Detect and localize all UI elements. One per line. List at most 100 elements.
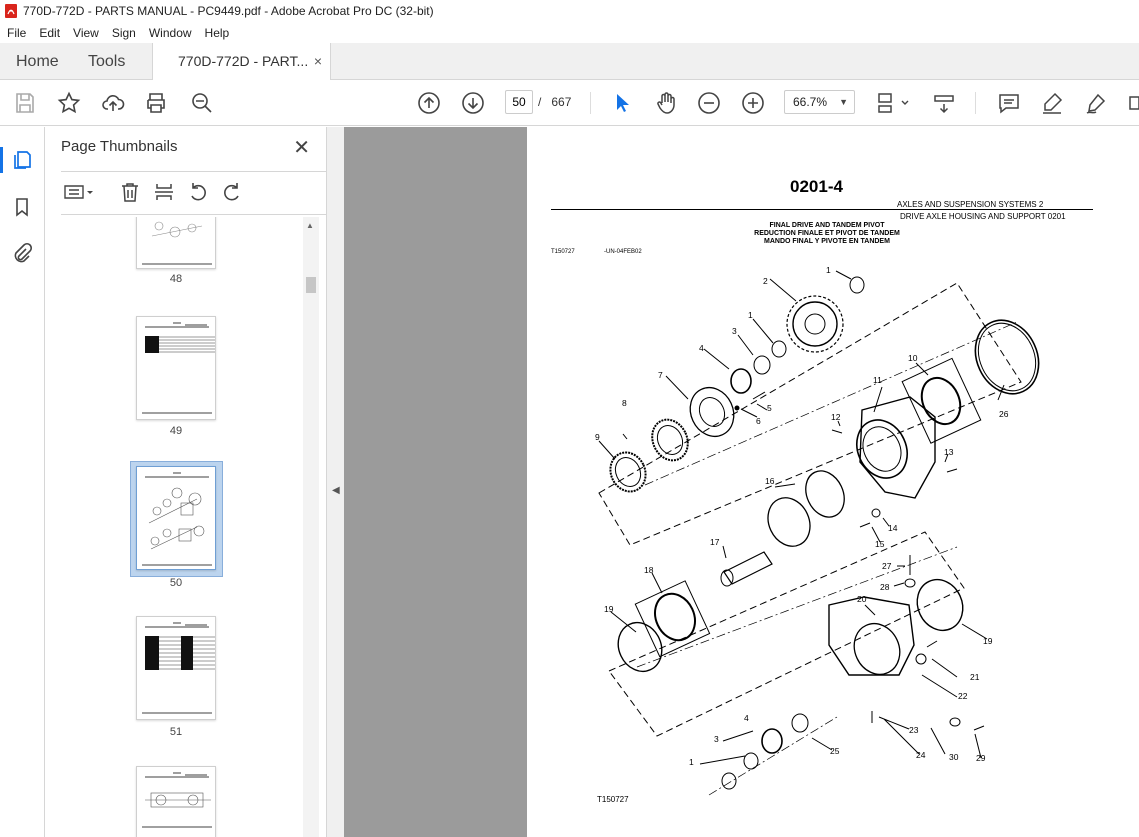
next-page-icon[interactable] bbox=[461, 91, 485, 115]
callout-label: 28 bbox=[880, 582, 890, 592]
panel-splitter[interactable]: ◀ bbox=[326, 127, 344, 837]
menu-bar: File Edit View Sign Window Help bbox=[0, 22, 1139, 43]
zoom-out-icon[interactable] bbox=[697, 91, 721, 115]
callout-label: 14 bbox=[888, 523, 898, 533]
panel-title: Page Thumbnails bbox=[61, 138, 178, 155]
more-tools-icon[interactable] bbox=[1124, 91, 1139, 115]
callout-label: 6 bbox=[756, 416, 761, 426]
thumbnail-page[interactable] bbox=[136, 766, 216, 837]
rotate-counterclockwise-icon[interactable] bbox=[187, 181, 209, 203]
scroll-mode-icon[interactable] bbox=[932, 91, 956, 115]
toolbar-divider bbox=[975, 92, 976, 114]
thumbnail-page[interactable] bbox=[136, 316, 216, 420]
page-count: / 667 bbox=[538, 95, 571, 109]
rotate-clockwise-icon[interactable] bbox=[221, 181, 243, 203]
callout-label: 1 bbox=[826, 265, 831, 275]
callout-label: 1 bbox=[748, 310, 753, 320]
print-icon[interactable] bbox=[144, 91, 168, 115]
extract-pages-icon[interactable] bbox=[153, 181, 175, 203]
figure-reference: T150727 bbox=[597, 795, 629, 804]
page-number-input[interactable] bbox=[505, 90, 533, 114]
scrollbar-thumb[interactable] bbox=[306, 277, 316, 293]
zoom-level-value: 66.7% bbox=[793, 95, 828, 109]
upload-cloud-icon[interactable] bbox=[101, 91, 125, 115]
callout-label: 27 bbox=[882, 561, 892, 571]
toolbar-divider bbox=[590, 92, 591, 114]
menu-edit[interactable]: Edit bbox=[32, 26, 66, 40]
callout-label: 20 bbox=[857, 594, 867, 604]
thumbnail-preview bbox=[142, 472, 212, 566]
callout-label: 10 bbox=[908, 353, 918, 363]
thumbnail-page[interactable] bbox=[136, 616, 216, 720]
page-thumbnails-icon[interactable] bbox=[11, 149, 33, 171]
callout-label: 7 bbox=[658, 370, 663, 380]
menu-file[interactable]: File bbox=[0, 26, 32, 40]
bookmark-icon[interactable] bbox=[11, 196, 33, 218]
lower-assembly-outline bbox=[608, 531, 965, 737]
tab-close-icon[interactable]: × bbox=[314, 43, 322, 80]
thumbnail-options-icon[interactable] bbox=[63, 181, 97, 203]
acrobat-window: 770D-772D - PARTS MANUAL - PC9449.pdf - … bbox=[0, 0, 1139, 837]
callout-label: 29 bbox=[976, 753, 986, 763]
callout-label: 21 bbox=[970, 672, 980, 682]
scroll-up-icon[interactable]: ▲ bbox=[306, 221, 314, 230]
close-icon[interactable]: ✕ bbox=[293, 135, 310, 160]
zoom-in-icon[interactable] bbox=[741, 91, 765, 115]
tab-tools[interactable]: Tools bbox=[88, 43, 125, 80]
thumbnail-page[interactable] bbox=[136, 217, 216, 269]
tab-document[interactable]: 770D-772D - PART... × bbox=[152, 43, 331, 81]
thumbnail-page-label: 50 bbox=[169, 577, 183, 589]
comment-icon[interactable] bbox=[997, 91, 1021, 115]
callout-label: 4 bbox=[744, 713, 749, 723]
bookmark-star-icon[interactable] bbox=[57, 91, 81, 115]
callout-label: 22 bbox=[958, 691, 968, 701]
callout-label: 9 bbox=[595, 432, 600, 442]
thumbnail-page[interactable] bbox=[136, 466, 216, 570]
thumbnail-scrollbar[interactable]: ▲ bbox=[303, 217, 319, 837]
delete-trash-icon[interactable] bbox=[119, 181, 141, 203]
search-zoom-icon[interactable] bbox=[190, 91, 214, 115]
hand-tool-icon[interactable] bbox=[654, 91, 678, 115]
callout-label: 5 bbox=[767, 403, 772, 413]
page-separator: / bbox=[538, 95, 542, 109]
tab-document-label: 770D-772D - PART... bbox=[178, 53, 309, 69]
draw-pen-icon[interactable] bbox=[1084, 91, 1108, 115]
thumbnail-page-label: 51 bbox=[169, 726, 183, 738]
menu-sign[interactable]: Sign bbox=[105, 26, 142, 40]
tab-home[interactable]: Home bbox=[16, 43, 59, 80]
callout-label: 30 bbox=[949, 752, 959, 762]
callout-label: 2 bbox=[763, 276, 768, 286]
callout-label: 4 bbox=[699, 343, 704, 353]
callout-label: 25 bbox=[830, 746, 840, 756]
total-pages: 667 bbox=[551, 95, 572, 109]
callout-labels: 1 2 1 3 4 5 6 7 8 9 10 11 12 13 14 15 16… bbox=[595, 265, 1009, 767]
select-cursor-icon[interactable] bbox=[610, 91, 634, 115]
thumbnail-preview bbox=[142, 622, 215, 714]
menu-view[interactable]: View bbox=[66, 26, 105, 40]
callout-label: 3 bbox=[732, 326, 737, 336]
callout-label: 19 bbox=[604, 604, 614, 614]
save-icon[interactable] bbox=[13, 91, 37, 115]
menu-window[interactable]: Window bbox=[142, 26, 198, 40]
window-title: 770D-772D - PARTS MANUAL - PC9449.pdf - … bbox=[23, 4, 434, 18]
callout-label: 13 bbox=[944, 447, 954, 457]
highlight-pen-icon[interactable] bbox=[1040, 91, 1064, 115]
acrobat-pdf-icon bbox=[5, 4, 17, 18]
title-bar: 770D-772D - PARTS MANUAL - PC9449.pdf - … bbox=[0, 0, 1139, 22]
tab-bar: Home Tools 770D-772D - PART... × bbox=[0, 43, 1139, 81]
previous-page-icon[interactable] bbox=[417, 91, 441, 115]
zoom-level-select[interactable]: 66.7% ▼ bbox=[784, 90, 855, 114]
navigation-rail bbox=[0, 127, 45, 837]
callout-label: 1 bbox=[689, 757, 694, 767]
callout-label: 12 bbox=[831, 412, 841, 422]
callout-label: 8 bbox=[622, 398, 627, 408]
attachment-paperclip-icon[interactable] bbox=[11, 242, 33, 264]
callout-label: 24 bbox=[916, 750, 926, 760]
thumbnail-preview bbox=[142, 772, 212, 828]
rail-active-indicator bbox=[0, 147, 3, 173]
page-fit-icon[interactable] bbox=[875, 91, 911, 115]
pdf-page: 0201-4 AXLES AND SUSPENSION SYSTEMS 2 DR… bbox=[527, 127, 1139, 837]
collapse-panel-icon[interactable]: ◀ bbox=[332, 485, 340, 496]
thumbnail-toolbar bbox=[61, 171, 329, 215]
menu-help[interactable]: Help bbox=[198, 26, 236, 40]
